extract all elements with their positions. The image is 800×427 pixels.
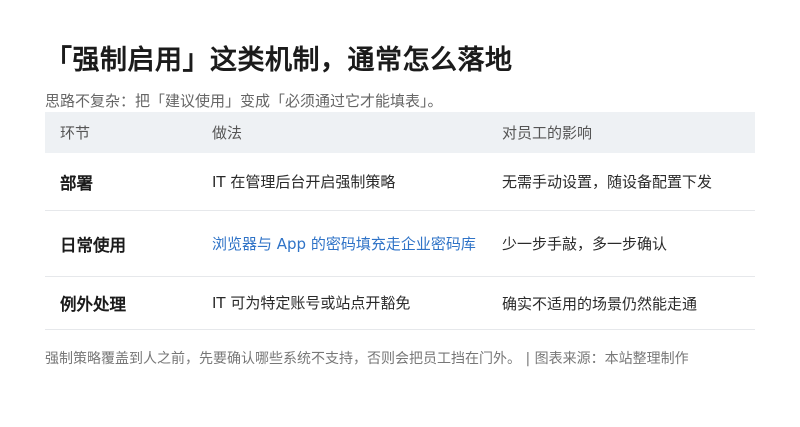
cell-method: IT 可为特定账号或站点开豁免	[212, 294, 411, 312]
table-row: 日常使用 浏览器与 App 的密码填充走企业密码库 少一步手敲，多一步确认	[45, 211, 755, 277]
cell-impact: 确实不适用的场景仍然能走通	[502, 294, 698, 313]
table-header: 环节 做法 对员工的影响	[45, 112, 755, 153]
header-method: 做法	[212, 123, 243, 142]
cell-stage: 例外处理	[60, 295, 126, 314]
cell-method-link[interactable]: 浏览器与 App 的密码填充走企业密码库	[212, 233, 502, 255]
page-subtitle: 思路不复杂：把「建议使用」变成「必须通过它才能填表」。	[45, 92, 443, 110]
header-stage: 环节	[60, 124, 91, 142]
cell-stage: 部署	[60, 173, 93, 193]
table-row: 例外处理 IT 可为特定账号或站点开豁免 确实不适用的场景仍然能走通	[45, 277, 755, 330]
cell-method: IT 在管理后台开启强制策略	[212, 172, 396, 191]
header-impact: 对员工的影响	[502, 124, 593, 142]
cell-stage: 日常使用	[60, 235, 126, 255]
comparison-table: 环节 做法 对员工的影响 部署 IT 在管理后台开启强制策略 无需手动设置，随设…	[45, 112, 755, 330]
cell-impact: 无需手动设置，随设备配置下发	[502, 173, 713, 191]
cell-impact: 少一步手敲，多一步确认	[502, 235, 668, 253]
page-title: 「强制启用」这类机制，通常怎么落地	[45, 45, 513, 76]
table-row: 部署 IT 在管理后台开启强制策略 无需手动设置，随设备配置下发	[45, 153, 755, 211]
footer-note: 强制策略覆盖到人之前，先要确认哪些系统不支持，否则会把员工挡在门外。 | 图表来…	[45, 351, 689, 367]
